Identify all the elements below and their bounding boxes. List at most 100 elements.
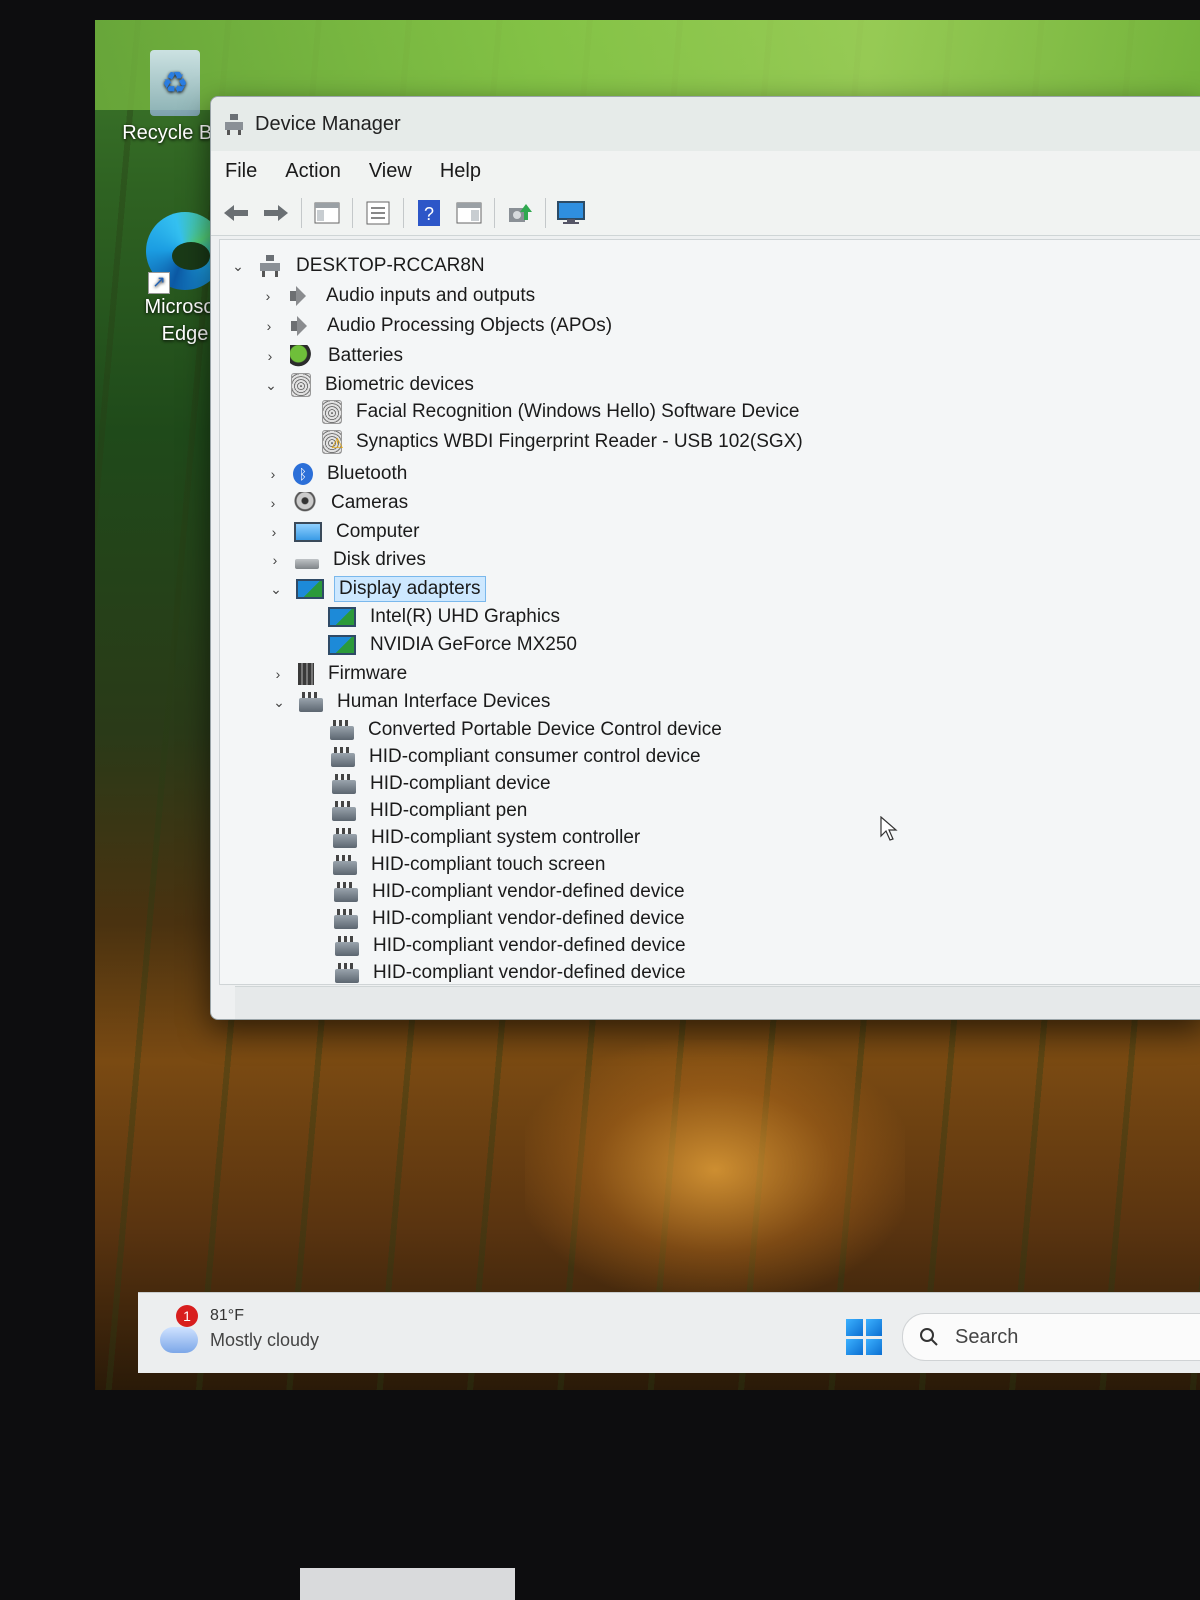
action-pane-button[interactable] [452, 196, 486, 230]
display-adapter-icon [328, 607, 356, 627]
tree-category-computer[interactable]: › Computer [264, 518, 423, 546]
toolbar-separator [494, 198, 495, 228]
tree-device-label: HID-compliant device [370, 773, 551, 794]
tree-category-label: Firmware [328, 663, 408, 684]
taskbar: 1 81°F Mostly cloudy Search [138, 1292, 1200, 1373]
tree-device[interactable]: Intel(R) UHD Graphics [328, 603, 564, 631]
forward-button[interactable] [259, 196, 293, 230]
tree-device[interactable]: HID-compliant vendor-defined device [334, 878, 689, 906]
expand-chevron-icon[interactable]: › [265, 552, 285, 568]
display-adapter-icon [296, 579, 324, 599]
back-button[interactable] [219, 196, 253, 230]
expand-chevron-icon[interactable]: › [259, 318, 279, 334]
tree-device-label: Converted Portable Device Control device [368, 719, 722, 740]
tree-device[interactable]: HID-compliant pen [332, 797, 531, 825]
tree-category-batteries[interactable]: › Batteries [260, 342, 407, 370]
tree-category-hid[interactable]: ⌄ Human Interface Devices [269, 688, 554, 716]
hid-icon [330, 720, 354, 740]
expand-chevron-icon[interactable]: › [264, 524, 284, 540]
fingerprint-icon [322, 400, 342, 424]
expand-chevron-icon[interactable]: › [260, 348, 280, 364]
tree-category-audio-processing[interactable]: › Audio Processing Objects (APOs) [259, 312, 616, 340]
tree-device[interactable]: HID-compliant consumer control device [331, 743, 705, 771]
start-button[interactable] [846, 1319, 882, 1355]
taskbar-search-box[interactable]: Search [902, 1313, 1200, 1361]
tree-device[interactable]: HID-compliant system controller [333, 824, 644, 852]
tree-category-label: Cameras [331, 492, 409, 513]
menu-help[interactable]: Help [438, 156, 483, 187]
device-manager-icon [225, 114, 243, 135]
expand-chevron-icon[interactable]: › [263, 495, 283, 511]
title-bar[interactable]: Device Manager [211, 97, 1200, 151]
search-placeholder: Search [955, 1325, 1019, 1348]
collapse-chevron-icon[interactable]: ⌄ [228, 258, 248, 275]
weather-widget[interactable]: 1 81°F Mostly cloudy [160, 1305, 319, 1353]
tree-device[interactable]: HID-compliant vendor-defined device [335, 932, 690, 960]
show-hide-console-tree-button[interactable] [310, 196, 344, 230]
cloud-icon: 1 [160, 1305, 198, 1353]
menu-bar: File Action View Help [211, 151, 1200, 191]
tree-device-label: Facial Recognition (Windows Hello) Softw… [356, 401, 800, 422]
collapse-chevron-icon[interactable]: ⌄ [269, 694, 289, 711]
tree-device[interactable]: Converted Portable Device Control device [330, 716, 726, 744]
toolbar-separator [403, 198, 404, 228]
tree-device[interactable]: HID-compliant vendor-defined device [334, 905, 689, 933]
hid-icon [332, 801, 356, 821]
expand-chevron-icon[interactable]: › [268, 666, 288, 682]
tree-device-label: HID-compliant pen [370, 800, 528, 821]
tree-category-cameras[interactable]: › Cameras [263, 489, 412, 517]
scan-monitor-icon [557, 201, 585, 224]
hid-icon [334, 882, 358, 902]
toolbar-separator [545, 198, 546, 228]
monitor-icon [294, 522, 322, 542]
tree-device[interactable]: HID-compliant vendor-defined device [335, 959, 690, 984]
tree-category-biometric[interactable]: ⌄ Biometric devices [261, 371, 478, 399]
tree-device[interactable]: NVIDIA GeForce MX250 [328, 631, 581, 659]
toolbar-separator [301, 198, 302, 228]
tree-device[interactable]: HID-compliant device [332, 770, 555, 798]
hid-icon [299, 692, 323, 712]
camera-icon [293, 492, 317, 514]
tree-category-bluetooth[interactable]: › ᛒ Bluetooth [263, 460, 411, 488]
status-bar [235, 986, 1200, 1019]
tree-device-label: HID-compliant system controller [371, 827, 641, 848]
action-pane-icon [456, 202, 482, 224]
expand-chevron-icon[interactable]: › [263, 466, 283, 482]
scan-hardware-changes-button[interactable] [554, 196, 588, 230]
display-adapter-icon [328, 635, 356, 655]
tree-category-label: Computer [336, 521, 420, 542]
update-driver-button[interactable] [503, 196, 537, 230]
expand-chevron-icon[interactable]: › [258, 288, 278, 304]
tree-category-audio-inputs[interactable]: › Audio inputs and outputs [258, 282, 539, 310]
recycle-bin-icon: ♻ [150, 50, 200, 116]
menu-action[interactable]: Action [283, 156, 343, 187]
collapse-chevron-icon[interactable]: ⌄ [266, 581, 286, 598]
console-tree-icon [314, 202, 340, 224]
help-button[interactable]: ? [412, 196, 446, 230]
menu-file[interactable]: File [223, 156, 259, 187]
notification-badge: 1 [176, 1305, 198, 1327]
menu-view[interactable]: View [367, 156, 414, 187]
tree-device[interactable]: HID-compliant touch screen [333, 851, 609, 879]
weather-temperature: 81°F [210, 1307, 244, 1324]
tree-device-label: HID-compliant vendor-defined device [372, 881, 685, 902]
tree-category-disk-drives[interactable]: › Disk drives [265, 546, 430, 574]
tree-root[interactable]: ⌄ DESKTOP-RCCAR8N [228, 252, 489, 280]
tree-category-label: Bluetooth [327, 463, 408, 484]
monitor-stand [300, 1568, 515, 1600]
hid-icon [332, 774, 356, 794]
tree-device[interactable]: Synaptics WBDI Fingerprint Reader - USB … [322, 428, 807, 456]
properties-icon [366, 201, 390, 225]
help-icon: ? [418, 200, 440, 226]
windows-logo-tile [846, 1338, 863, 1355]
device-manager-window[interactable]: Device Manager File Action View Help ? ⌄… [210, 96, 1200, 1020]
tree-device-label: HID-compliant vendor-defined device [373, 935, 686, 956]
tree-category-firmware[interactable]: › Firmware [268, 660, 411, 688]
properties-button[interactable] [361, 196, 395, 230]
collapse-chevron-icon[interactable]: ⌄ [261, 377, 281, 394]
device-tree[interactable]: ⌄ DESKTOP-RCCAR8N › Audio inputs and out… [219, 239, 1200, 985]
bluetooth-icon: ᛒ [293, 463, 313, 485]
tree-device[interactable]: Facial Recognition (Windows Hello) Softw… [322, 398, 804, 426]
hid-icon [333, 855, 357, 875]
tree-category-display-adapters[interactable]: ⌄ Display adapters [266, 575, 486, 603]
